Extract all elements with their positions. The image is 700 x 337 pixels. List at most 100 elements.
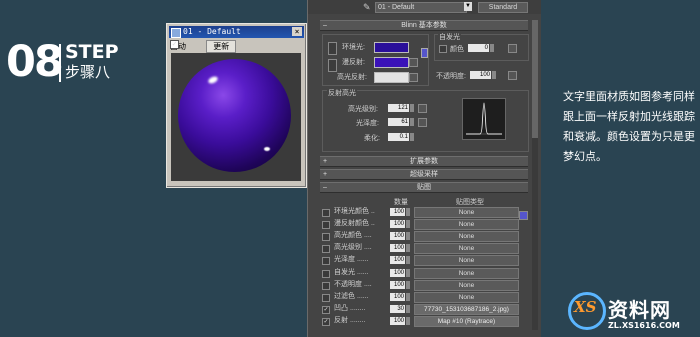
preview-title-bar[interactable]: 01 - Default × — [169, 26, 304, 38]
self-illum-color-label: 颜色 — [450, 46, 464, 53]
specular-swatch[interactable] — [374, 72, 409, 83]
spinner-arrows[interactable] — [406, 208, 410, 216]
map-enable-checkbox[interactable] — [322, 269, 330, 278]
map-row: 不透明度 .... 100 None — [322, 279, 532, 291]
map-name: 光泽度 ...... — [334, 256, 369, 264]
diffuse-map-button[interactable] — [409, 58, 418, 67]
map-name: 过滤色 ...... — [334, 292, 369, 300]
spinner-arrows[interactable] — [406, 280, 410, 289]
spinner-arrows[interactable] — [410, 104, 414, 112]
material-type-button[interactable]: Standard — [478, 2, 528, 13]
map-enable-checkbox[interactable] — [322, 257, 330, 266]
map-name: 自发光 ...... — [334, 268, 369, 276]
spinner-arrows[interactable] — [406, 268, 410, 277]
map-amount[interactable]: 100 — [390, 232, 405, 241]
map-amount[interactable]: 100 — [390, 208, 405, 216]
preview-menu: ✓ 自动 更新 — [170, 40, 237, 53]
specular-level-label: 高光级别: — [348, 106, 378, 113]
self-illum-map-button[interactable] — [508, 44, 517, 53]
diffuse-swatch[interactable] — [374, 57, 409, 68]
map-amount[interactable]: 100 — [390, 280, 405, 289]
map-enable-checkbox[interactable] — [322, 281, 330, 290]
panel-scrollbar[interactable] — [532, 20, 538, 330]
map-slot-button[interactable]: None — [414, 267, 519, 279]
map-slot-button[interactable]: None — [414, 231, 519, 243]
material-sphere — [178, 59, 291, 172]
map-enable-checkbox[interactable] — [322, 233, 330, 242]
spinner-arrows[interactable] — [410, 133, 414, 141]
extended-params-rollout[interactable]: + 扩展参数 — [320, 156, 528, 167]
map-row: ✓ 反射 ........ 100 Map #10 (Raytrace) — [322, 315, 532, 327]
map-row: 高光级别 .... 100 None — [322, 243, 532, 255]
map-enable-checkbox[interactable] — [322, 221, 330, 230]
map-name: 环境光颜色 .. — [334, 208, 375, 215]
map-row: 自发光 ...... 100 None — [322, 267, 532, 279]
map-amount[interactable]: 100 — [390, 268, 405, 277]
lock-icon[interactable] — [328, 59, 337, 72]
spinner-arrows[interactable] — [410, 118, 414, 126]
step-label: STEP — [65, 41, 119, 63]
map-slot-button[interactable]: None — [414, 207, 519, 218]
map-enable-checkbox[interactable] — [322, 245, 330, 254]
color-checkbox[interactable] — [439, 45, 447, 53]
map-enable-checkbox[interactable] — [322, 293, 330, 302]
specular-level-value[interactable]: 121 — [388, 104, 409, 112]
map-slot-button[interactable]: None — [414, 291, 519, 303]
map-enable-checkbox[interactable]: ✓ — [322, 317, 330, 326]
close-icon[interactable]: × — [292, 27, 302, 36]
scrollbar-thumb[interactable] — [532, 20, 538, 138]
material-preview-window: 01 - Default × ✓ 自动 更新 — [166, 23, 307, 188]
collapse-icon: – — [323, 184, 327, 191]
map-row: ✓ 凹凸 ........ 30 77730_153103687186_2.jpg) — [322, 303, 532, 315]
chevron-down-icon[interactable]: ▼ — [464, 2, 472, 11]
map-slot-button[interactable]: None — [414, 243, 519, 255]
auto-checkbox[interactable]: ✓ — [170, 40, 179, 49]
spinner-arrows[interactable] — [406, 304, 410, 313]
spinner-arrows[interactable] — [406, 244, 410, 253]
self-illum-value[interactable]: 0 — [468, 44, 489, 52]
spinner-arrows[interactable] — [490, 44, 494, 52]
spinner-arrows[interactable] — [406, 292, 410, 301]
maps-rollout[interactable]: – 贴图 — [320, 182, 528, 193]
spinner-arrows[interactable] — [492, 71, 496, 79]
supersampling-rollout[interactable]: + 超级采样 — [320, 169, 528, 180]
supersampling-label: 超级采样 — [410, 171, 438, 178]
map-amount[interactable]: 100 — [390, 244, 405, 253]
map-slot-button[interactable]: None — [414, 255, 519, 267]
blinn-rollout-header[interactable]: – Blinn 基本参数 — [320, 20, 528, 31]
step-divider — [59, 44, 61, 82]
soften-label: 柔化: — [364, 135, 380, 142]
map-shortcut-button[interactable] — [421, 48, 428, 58]
soften-value[interactable]: 0.1 — [388, 133, 409, 141]
opacity-value[interactable]: 100 — [470, 71, 491, 79]
specular-level-map-button[interactable] — [418, 104, 427, 113]
map-amount[interactable]: 30 — [390, 304, 405, 313]
map-amount[interactable]: 100 — [390, 292, 405, 301]
spinner-arrows[interactable] — [406, 232, 410, 241]
map-name: 反射 ........ — [334, 316, 366, 324]
map-enable-checkbox[interactable]: ✓ — [322, 305, 330, 314]
map-amount[interactable]: 100 — [390, 316, 405, 325]
map-enable-checkbox[interactable] — [322, 209, 330, 217]
map-slot-button[interactable]: 77730_153103687186_2.jpg) — [414, 303, 519, 315]
map-slot-button[interactable]: None — [414, 279, 519, 291]
map-amount[interactable]: 100 — [390, 256, 405, 265]
material-name-field[interactable]: 01 - Default — [375, 2, 467, 13]
spinner-arrows[interactable] — [406, 256, 410, 265]
ambient-swatch[interactable] — [374, 42, 409, 53]
spinner-arrows[interactable] — [406, 220, 410, 229]
eyedropper-icon[interactable]: ✎ — [363, 2, 371, 13]
specular-map-button[interactable] — [409, 73, 418, 82]
sphere-highlight-small — [264, 147, 270, 151]
map-slot-button[interactable]: None — [414, 219, 519, 231]
update-button[interactable]: 更新 — [206, 40, 237, 53]
opacity-map-button[interactable] — [508, 71, 517, 80]
map-slot-button[interactable]: Map #10 (Raytrace) — [414, 315, 519, 327]
glossiness-map-button[interactable] — [418, 118, 427, 127]
map-amount[interactable]: 100 — [390, 220, 405, 229]
lock-icon[interactable] — [328, 42, 337, 55]
map-name: 高光颜色 .... — [334, 232, 372, 240]
spinner-arrows[interactable] — [406, 316, 410, 325]
glossiness-value[interactable]: 61 — [388, 118, 409, 126]
logo-mark: XS — [574, 298, 597, 316]
